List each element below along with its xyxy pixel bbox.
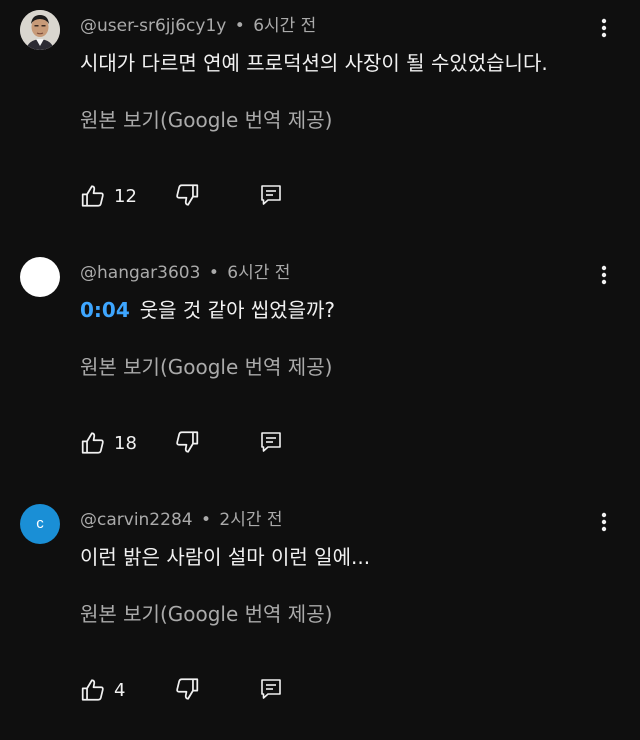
comment-meta: @carvin2284 • 2시간 전 [80,505,283,530]
author-name[interactable]: @user-sr6jj6cy1y [80,16,226,36]
comment-actions: 12 [80,182,340,212]
avatar[interactable] [20,257,60,297]
reply-button[interactable] [259,183,283,207]
thumbs-down-icon [176,431,199,453]
thumbs-up-icon [81,432,104,454]
comment-text: 이런 밝은 사람이 설마 이런 일에... [80,545,371,569]
comment-text: 0:04 웃을 것 같아 씹었을까? [80,294,335,323]
author-name[interactable]: @hangar3603 [80,263,200,283]
thumbs-up-icon [81,679,104,701]
like-button[interactable]: 12 [80,182,137,210]
see-original-link[interactable]: 원본 보기(Google 번역 제공) [80,104,332,133]
reply-icon [261,185,281,205]
like-button[interactable]: 18 [80,429,137,457]
reply-icon [261,432,281,452]
reply-button[interactable] [259,677,283,701]
meta-separator: • [208,263,219,283]
comment-thread: c @carvin2284 • 2시간 전 이런 밝은 사람이 설마 이런 일에… [0,494,640,740]
meta-separator: • [200,510,212,530]
dislike-button[interactable] [174,182,202,210]
see-original-link[interactable]: 원본 보기(Google 번역 제공) [80,351,332,380]
author-name[interactable]: @carvin2284 [80,510,193,530]
comment-time: 2시간 전 [219,510,283,530]
like-count: 4 [114,679,126,701]
comment-time: 6시간 전 [253,16,317,36]
avatar[interactable]: c [20,504,60,544]
comment-meta: @hangar3603 • 6시간 전 [80,258,290,283]
thumbs-down-icon [176,678,199,700]
thumbs-up-icon [81,185,104,207]
comment-thread: @hangar3603 • 6시간 전 0:04 웃을 것 같아 씹었을까? 원본… [0,247,640,493]
timestamp-link[interactable]: 0:04 [80,298,130,322]
like-count: 18 [114,432,137,454]
reply-icon [261,679,281,699]
reply-button[interactable] [259,430,283,454]
see-original-link[interactable]: 원본 보기(Google 번역 제공) [80,598,332,627]
dislike-button[interactable] [174,429,202,457]
comment-time: 6시간 전 [227,263,291,283]
dislike-button[interactable] [174,676,202,704]
meta-separator: • [234,16,245,36]
thumbs-down-icon [176,184,199,206]
more-vertical-icon[interactable] [594,510,614,534]
comment-actions: 18 [80,429,340,459]
avatar-photo-icon [20,10,60,50]
more-vertical-icon[interactable] [594,263,614,287]
more-vertical-icon[interactable] [594,16,614,40]
comment-text: 시대가 다르면 연예 프로덕션의 사장이 될 수있었습니다. [80,51,548,75]
avatar[interactable] [20,10,60,50]
comment-text-body: 웃을 것 같아 씹었을까? [139,298,336,322]
like-count: 12 [114,185,137,207]
comment-meta: @user-sr6jj6cy1y • 6시간 전 [80,11,316,36]
avatar-letter: c [36,515,44,532]
comment-thread: @user-sr6jj6cy1y • 6시간 전 시대가 다르면 연예 프로덕션… [0,0,640,246]
like-button[interactable]: 4 [80,676,125,704]
comment-actions: 4 [80,676,340,706]
